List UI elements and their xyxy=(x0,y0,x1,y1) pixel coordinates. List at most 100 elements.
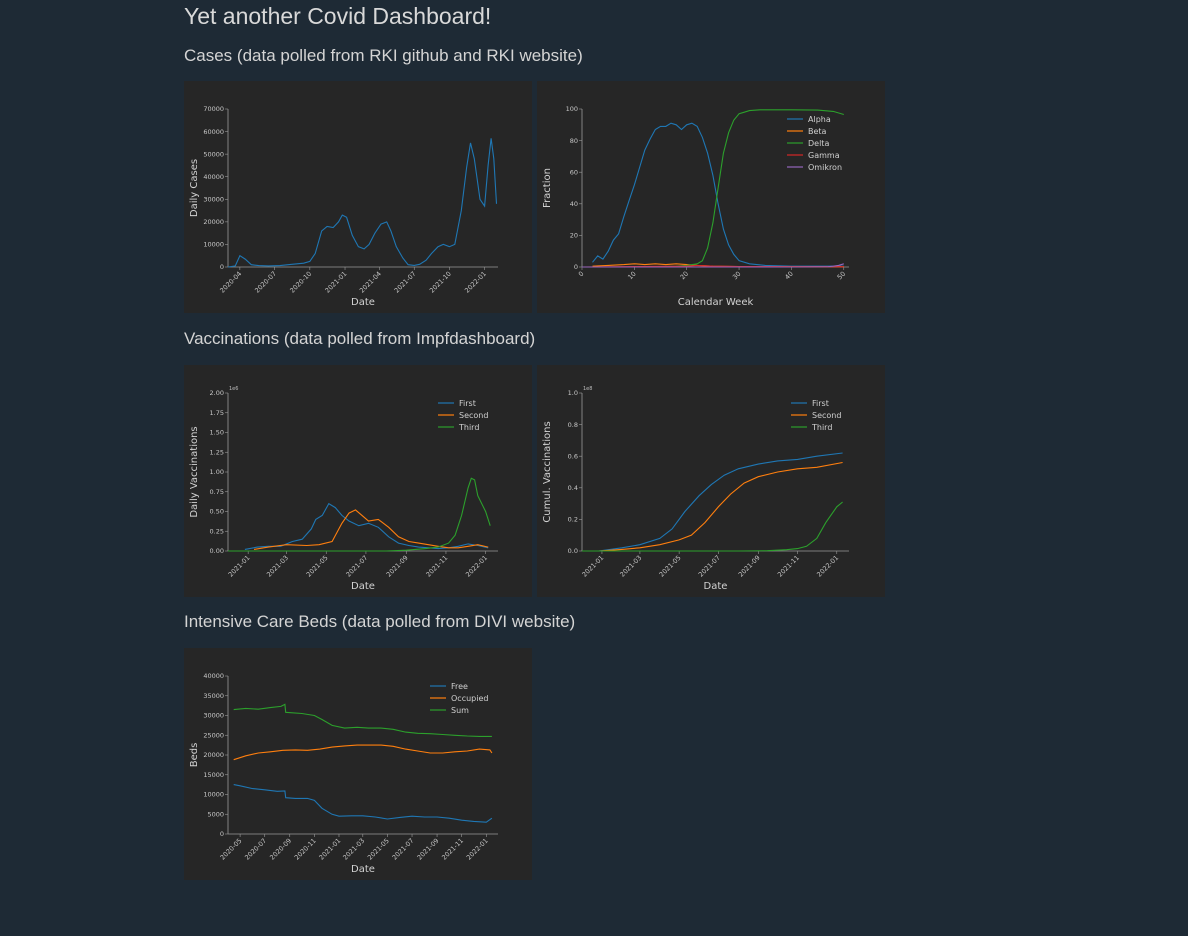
x-tick-label: 2021-01 xyxy=(324,270,349,295)
page-title: Yet another Covid Dashboard! xyxy=(184,3,492,29)
x-tick-label: 2021-11 xyxy=(424,554,449,579)
y-tick-label: 1.00 xyxy=(210,468,224,476)
y-tick-label: 50000 xyxy=(203,150,224,158)
x-tick-label: 2021-11 xyxy=(440,837,465,862)
x-tick-label: 2021-01 xyxy=(227,554,252,579)
x-tick-label: 40 xyxy=(783,270,795,282)
y-tick-label: 20 xyxy=(570,232,578,240)
x-tick-label: 2021-07 xyxy=(393,270,418,295)
legend-label-first: First xyxy=(812,399,829,408)
legend-label-free: Free xyxy=(451,682,468,691)
y-tick-label: 0 xyxy=(220,830,224,838)
legend-label-omikron: Omikron xyxy=(808,163,842,172)
x-tick-label: 2021-07 xyxy=(391,837,416,862)
y-tick-label: 40000 xyxy=(203,672,224,680)
legend-label-third: Third xyxy=(458,423,479,432)
series-line-second xyxy=(253,509,489,550)
x-tick-label: 2021-03 xyxy=(265,554,290,579)
x-tick-label: 2021-01 xyxy=(318,837,343,862)
legend-label-second: Second xyxy=(812,411,841,420)
y-tick-label: 5000 xyxy=(207,810,224,818)
x-tick-label: 0 xyxy=(577,270,586,279)
y-tick-label: 15000 xyxy=(203,771,224,779)
y-tick-label: 40 xyxy=(570,200,578,208)
x-tick-label: 2021-03 xyxy=(341,837,366,862)
y-tick-label: 70000 xyxy=(203,105,224,113)
y-tick-label: 20000 xyxy=(203,751,224,759)
y-tick-label: 25000 xyxy=(203,731,224,739)
series-line-occupied xyxy=(233,744,493,761)
x-axis-title: Calendar Week xyxy=(678,297,754,308)
legend-label-occupied: Occupied xyxy=(451,694,488,703)
icu-beds-chart: 0 5000 10000 15000 20000 25000 30000 35000 40000… xyxy=(189,672,498,875)
x-tick-label: 2020-09 xyxy=(268,837,293,862)
x-tick-label: 20 xyxy=(679,270,691,282)
series-line-main xyxy=(227,138,498,268)
y-tick-label: 1.50 xyxy=(210,429,224,437)
series-line-alpha xyxy=(592,122,844,267)
y-tick-label: 0.4 xyxy=(568,484,578,492)
y-axis-title: Cumul. Vaccinations xyxy=(542,421,553,522)
variant-fraction-chart: 0 20 40 60 80 100 0 10 20 30 40 50 Calendar Week Frac… xyxy=(542,105,849,308)
x-tick-label: 2021-09 xyxy=(385,554,410,579)
x-tick-label: 2020-10 xyxy=(288,270,313,295)
x-tick-label: 2020-07 xyxy=(253,270,278,295)
legend-label-gamma: Gamma xyxy=(808,151,840,160)
y-tick-label: 0.25 xyxy=(210,527,224,535)
section-title-icu: Intensive Care Beds (data polled from DI… xyxy=(184,612,576,631)
chart-panel-icu-beds: 0 5000 10000 15000 20000 25000 30000 35000 40000… xyxy=(184,648,532,880)
y-tick-label: 80 xyxy=(570,137,578,145)
y-tick-label: 60000 xyxy=(203,128,224,136)
chart-panel-daily-vaccinations: 0.00 0.25 0.50 0.75 1.00 1.25 1.50 1.75 2.00 2021… xyxy=(184,365,532,597)
y-offset-label: 1e6 xyxy=(229,386,238,392)
y-tick-label: 0 xyxy=(574,263,578,271)
x-tick-label: 2020-04 xyxy=(218,270,243,295)
y-axis-title: Daily Cases xyxy=(189,159,200,217)
y-tick-label: 0.00 xyxy=(210,547,224,555)
section-title-cases: Cases (data polled from RKI github and R… xyxy=(184,46,583,65)
x-tick-label: 30 xyxy=(731,270,743,282)
x-tick-label: 2022-01 xyxy=(465,837,490,862)
y-tick-label: 0.75 xyxy=(210,488,224,496)
x-tick-label: 2021-05 xyxy=(305,554,330,579)
x-tick-label: 2021-09 xyxy=(737,554,762,579)
y-axis-title: Daily Vaccinations xyxy=(189,426,200,517)
y-tick-label: 30000 xyxy=(203,195,224,203)
x-tick-label: 2020-05 xyxy=(219,837,244,862)
series-line-third xyxy=(582,501,843,552)
x-tick-label: 2021-09 xyxy=(416,837,441,862)
y-tick-label: 30000 xyxy=(203,712,224,720)
x-tick-label: 2021-07 xyxy=(697,554,722,579)
x-tick-label: 2021-07 xyxy=(344,554,369,579)
legend-label-third: Third xyxy=(811,423,832,432)
x-tick-label: 2021-03 xyxy=(618,554,643,579)
y-tick-label: 20000 xyxy=(203,218,224,226)
series-line-second xyxy=(598,461,843,552)
x-tick-label: 50 xyxy=(836,270,848,282)
y-tick-label: 0.0 xyxy=(568,547,578,555)
x-tick-label: 2022-01 xyxy=(815,554,840,579)
series-line-free xyxy=(233,784,493,823)
x-axis-title: Date xyxy=(351,864,375,875)
x-tick-label: 2020-07 xyxy=(243,837,268,862)
y-tick-label: 35000 xyxy=(203,692,224,700)
legend-label-alpha: Alpha xyxy=(808,115,831,124)
x-tick-label: 10 xyxy=(626,270,638,282)
y-tick-label: 0.2 xyxy=(568,516,578,524)
x-tick-label: 2022-01 xyxy=(464,554,489,579)
y-offset-label: 1e8 xyxy=(583,386,592,392)
x-tick-label: 2021-11 xyxy=(776,554,801,579)
chart-panel-cumulative-vaccinations: 0.0 0.2 0.4 0.6 0.8 1.0 2021-01 2021-03 2021-05 2… xyxy=(537,365,885,597)
series-line-first xyxy=(244,502,489,550)
legend-label-delta: Delta xyxy=(808,139,829,148)
y-tick-label: 0.6 xyxy=(568,452,578,460)
y-tick-label: 0.50 xyxy=(210,508,224,516)
section-title-vaccinations: Vaccinations (data polled from Impfdashb… xyxy=(184,329,536,348)
x-tick-label: 2021-05 xyxy=(366,837,391,862)
y-axis-title: Fraction xyxy=(542,168,553,208)
y-tick-label: 10000 xyxy=(203,791,224,799)
legend-label-second: Second xyxy=(459,411,488,420)
x-tick-label: 2022-01 xyxy=(463,270,488,295)
y-tick-label: 2.00 xyxy=(210,389,224,397)
x-tick-label: 2021-10 xyxy=(428,270,453,295)
